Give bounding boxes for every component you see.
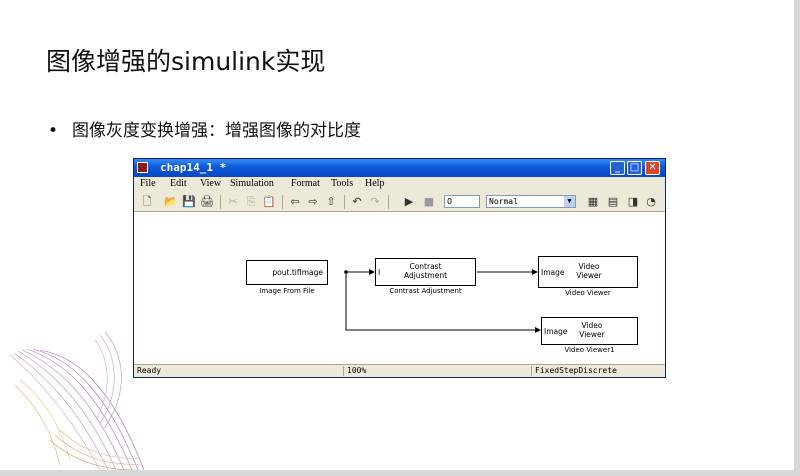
toolbar-separator xyxy=(220,195,221,209)
play-icon[interactable]: ▶ xyxy=(402,195,416,208)
minimize-button[interactable]: _ xyxy=(610,161,625,175)
paste-icon[interactable]: 📋 xyxy=(262,195,276,208)
video-viewer-text-line2: Viewer xyxy=(576,271,602,280)
bullet-text: 图像灰度变换增强：增强图像的对比度 xyxy=(72,121,362,141)
menu-help[interactable]: Help xyxy=(365,178,384,189)
video-viewer1-block[interactable]: Image Video Viewer xyxy=(541,317,638,345)
window-titlebar[interactable]: chap14_1 * _ □ ✕ xyxy=(134,159,665,177)
window-title: chap14_1 * xyxy=(160,161,227,174)
decorative-petal-graphic xyxy=(9,331,145,470)
video-viewer-text-line1: Video xyxy=(578,262,600,271)
stop-time-input[interactable]: 0 xyxy=(444,195,480,208)
debug-icon[interactable]: ◨ xyxy=(626,195,640,208)
undo-icon[interactable]: ↶ xyxy=(350,195,364,208)
toolbar: 🗋 📂 💾 🖨 ✂ ⎘ 📋 ⇦ ⇨ ⇧ ↶ ↷ ▶ ■ 0 Normal ▼ ▦… xyxy=(134,192,665,212)
status-divider xyxy=(343,366,344,376)
open-icon[interactable]: 📂 xyxy=(164,195,178,208)
menu-format[interactable]: Format xyxy=(291,178,320,189)
status-divider xyxy=(531,366,532,376)
slide-border-right xyxy=(794,0,800,476)
video-viewer1-label: Video Viewer1 xyxy=(564,346,615,354)
toolbar-separator xyxy=(344,195,345,209)
simulink-app-icon xyxy=(137,162,148,173)
bullet-item: • 图像灰度变换增强：增强图像的对比度 xyxy=(48,116,361,141)
image-from-file-text: pout.tifImage xyxy=(272,268,323,277)
toolbar-separator xyxy=(388,195,389,209)
toolbar-separator xyxy=(282,195,283,209)
up-icon[interactable]: ⇧ xyxy=(324,195,338,208)
redo-icon[interactable]: ↷ xyxy=(368,195,382,208)
menu-bar: File Edit View Simulation Format Tools H… xyxy=(134,177,665,192)
close-button[interactable]: ✕ xyxy=(645,161,660,175)
video-viewer1-text-line1: Video xyxy=(581,321,603,330)
status-state: Ready xyxy=(137,366,162,375)
library-browser-icon[interactable]: ▦ xyxy=(586,195,600,208)
contrast-adjustment-label: Contrast Adjustment xyxy=(389,287,462,295)
back-icon[interactable]: ⇦ xyxy=(288,195,302,208)
simulation-mode-select[interactable]: Normal ▼ xyxy=(486,195,576,208)
contrast-block-text-line1: Contrast xyxy=(409,262,442,271)
slide-title: 图像增强的simulink实现 xyxy=(46,47,326,76)
bullet-dot: • xyxy=(48,121,59,141)
forward-icon[interactable]: ⇨ xyxy=(306,195,320,208)
video-viewer-port: Image xyxy=(541,268,565,277)
contrast-adjustment-block[interactable]: I Contrast Adjustment xyxy=(375,258,476,286)
contrast-block-text-line2: Adjustment xyxy=(403,271,448,280)
slide-border-bottom xyxy=(0,470,800,476)
model-canvas[interactable]: pout.tifImage Image From File I Contrast… xyxy=(134,212,665,364)
status-zoom: 100% xyxy=(347,366,367,375)
print-icon[interactable]: 🖨 xyxy=(200,195,214,208)
menu-view[interactable]: View xyxy=(200,178,221,189)
menu-edit[interactable]: Edit xyxy=(170,178,187,189)
image-from-file-label: Image From File xyxy=(259,287,315,295)
menu-tools[interactable]: Tools xyxy=(331,178,353,189)
video-viewer-block[interactable]: Image Video Viewer xyxy=(538,256,638,288)
copy-icon[interactable]: ⎘ xyxy=(244,195,258,208)
menu-file[interactable]: File xyxy=(140,178,156,189)
new-icon[interactable]: 🗋 xyxy=(140,195,154,208)
save-icon[interactable]: 💾 xyxy=(182,195,196,208)
stop-icon[interactable]: ■ xyxy=(422,195,436,208)
simulink-model-window: chap14_1 * _ □ ✕ File Edit View Simulati… xyxy=(133,158,666,378)
image-from-file-block[interactable]: pout.tifImage xyxy=(246,260,328,285)
cut-icon[interactable]: ✂ xyxy=(226,195,240,208)
update-icon[interactable]: ◔ xyxy=(644,195,658,208)
status-bar: Ready 100% FixedStepDiscrete xyxy=(134,364,665,377)
menu-simulation[interactable]: Simulation xyxy=(230,178,274,189)
chevron-down-icon[interactable]: ▼ xyxy=(564,196,575,207)
video-viewer1-text-line2: Viewer xyxy=(579,330,605,339)
simulation-mode-value: Normal xyxy=(489,197,518,206)
model-explorer-icon[interactable]: ▤ xyxy=(606,195,620,208)
video-viewer1-port: Image xyxy=(544,327,568,336)
video-viewer-label: Video Viewer xyxy=(565,289,611,297)
status-solver: FixedStepDiscrete xyxy=(535,366,617,375)
maximize-button[interactable]: □ xyxy=(627,161,642,175)
